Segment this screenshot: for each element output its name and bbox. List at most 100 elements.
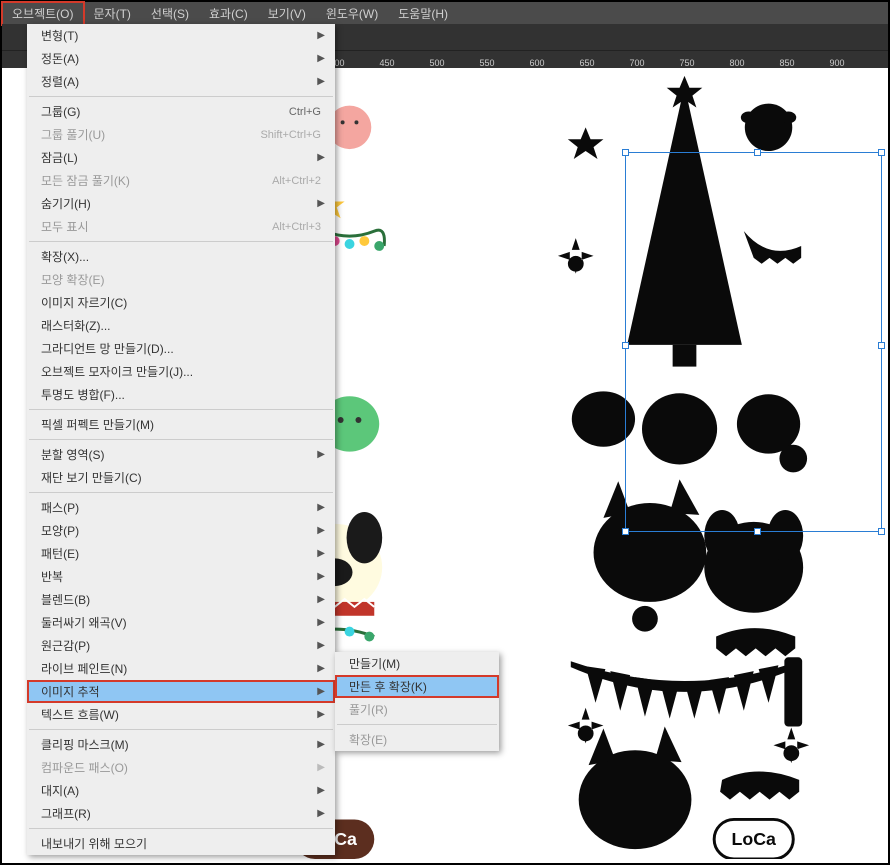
menu-item[interactable]: 모양(P)▶ — [27, 519, 335, 542]
menu-item-label: 만들기(M) — [349, 655, 485, 672]
menu-item[interactable]: 내보내기 위해 모으기 — [27, 832, 335, 855]
artboard-silhouette: LoCa — [485, 68, 884, 859]
submenu-arrow-icon: ▶ — [317, 53, 325, 64]
menu-item[interactable]: 픽셀 퍼펙트 만들기(M) — [27, 413, 335, 436]
menu-shortcut: Alt+Ctrl+3 — [272, 221, 321, 233]
menu-shortcut: Ctrl+G — [289, 106, 321, 118]
ruler-tick: 550 — [462, 58, 512, 68]
ruler-tick: 900 — [812, 58, 862, 68]
menu-item-label: 모양(P) — [41, 522, 321, 539]
submenu-arrow-icon: ▶ — [317, 808, 325, 819]
menu-item[interactable]: 라이브 페인트(N)▶ — [27, 657, 335, 680]
menubar-item[interactable]: 보기(V) — [258, 2, 316, 25]
menubar-item[interactable]: 선택(S) — [141, 2, 199, 25]
menu-item-label: 이미지 추적 — [41, 683, 321, 700]
submenu-arrow-icon: ▶ — [317, 502, 325, 513]
menu-item-label: 분할 영역(S) — [41, 446, 321, 463]
submenu-arrow-icon: ▶ — [317, 548, 325, 559]
menu-item[interactable]: 클리핑 마스크(M)▶ — [27, 733, 335, 756]
menu-item[interactable]: 텍스트 흐름(W)▶ — [27, 703, 335, 726]
menu-item[interactable]: 투명도 병합(F)... — [27, 383, 335, 406]
menu-item[interactable]: 숨기기(H)▶ — [27, 192, 335, 215]
menu-item-label: 그래프(R) — [41, 805, 321, 822]
menu-item-label: 반복 — [41, 568, 321, 585]
menu-separator — [29, 241, 333, 242]
submenu-arrow-icon: ▶ — [317, 594, 325, 605]
menu-item[interactable]: 패턴(E)▶ — [27, 542, 335, 565]
menu-separator — [337, 724, 497, 725]
submenu-arrow-icon: ▶ — [317, 449, 325, 460]
menu-item[interactable]: 둘러싸기 왜곡(V)▶ — [27, 611, 335, 634]
menu-item-label: 그룹(G) — [41, 103, 289, 120]
menu-item[interactable]: 반복▶ — [27, 565, 335, 588]
menubar-item[interactable]: 문자(T) — [84, 2, 141, 25]
menu-item[interactable]: 대지(A)▶ — [27, 779, 335, 802]
menu-item-label: 픽셀 퍼펙트 만들기(M) — [41, 416, 321, 433]
menu-item[interactable]: 그래프(R)▶ — [27, 802, 335, 825]
menu-item-label: 투명도 병합(F)... — [41, 386, 321, 403]
menubar-item[interactable]: 도움말(H) — [388, 2, 458, 25]
menu-separator — [29, 492, 333, 493]
menu-item[interactable]: 변형(T)▶ — [27, 24, 335, 47]
menu-item-label: 원근감(P) — [41, 637, 321, 654]
menu-item[interactable]: 잠금(L)▶ — [27, 146, 335, 169]
submenu-arrow-icon: ▶ — [317, 640, 325, 651]
menu-item-label: 재단 보기 만들기(C) — [41, 469, 321, 486]
menu-item[interactable]: 재단 보기 만들기(C) — [27, 466, 335, 489]
ruler-tick: 600 — [512, 58, 562, 68]
menu-item[interactable]: 블렌드(B)▶ — [27, 588, 335, 611]
submenu-arrow-icon: ▶ — [317, 739, 325, 750]
menu-item[interactable]: 만들기(M) — [335, 652, 499, 675]
menu-item[interactable]: 래스터화(Z)... — [27, 314, 335, 337]
menu-item-label: 그라디언트 망 만들기(D)... — [41, 340, 321, 357]
menu-item[interactable]: 오브젝트 모자이크 만들기(J)... — [27, 360, 335, 383]
menubar-item[interactable]: 윈도우(W) — [316, 2, 388, 25]
menu-item[interactable]: 이미지 추적▶ — [27, 680, 335, 703]
menubar-item[interactable]: 오브젝트(O) — [2, 2, 84, 25]
submenu-arrow-icon: ▶ — [317, 152, 325, 163]
menu-item-label: 정돈(A) — [41, 50, 321, 67]
menu-item-label: 둘러싸기 왜곡(V) — [41, 614, 321, 631]
menu-separator — [29, 409, 333, 410]
menubar-item[interactable]: 효과(C) — [199, 2, 258, 25]
object-menu: 변형(T)▶정돈(A)▶정렬(A)▶그룹(G)Ctrl+G그룹 풀기(U)Shi… — [27, 24, 335, 855]
menu-item: 그룹 풀기(U)Shift+Ctrl+G — [27, 123, 335, 146]
menu-item[interactable]: 만든 후 확장(K) — [335, 675, 499, 698]
menu-item[interactable]: 그룹(G)Ctrl+G — [27, 100, 335, 123]
menu-item-label: 만든 후 확장(K) — [349, 678, 485, 695]
menu-item-label: 블렌드(B) — [41, 591, 321, 608]
menu-item[interactable]: 정렬(A)▶ — [27, 70, 335, 93]
menu-item-label: 이미지 자르기(C) — [41, 294, 321, 311]
menu-item[interactable]: 원근감(P)▶ — [27, 634, 335, 657]
menu-item: 모든 잠금 풀기(K)Alt+Ctrl+2 — [27, 169, 335, 192]
menu-item[interactable]: 그라디언트 망 만들기(D)... — [27, 337, 335, 360]
menu-item[interactable]: 분할 영역(S)▶ — [27, 443, 335, 466]
ruler-tick: 450 — [362, 58, 412, 68]
menu-item-label: 래스터화(Z)... — [41, 317, 321, 334]
submenu-arrow-icon: ▶ — [317, 785, 325, 796]
submenu-arrow-icon: ▶ — [317, 525, 325, 536]
menu-item[interactable]: 확장(X)... — [27, 245, 335, 268]
submenu-arrow-icon: ▶ — [317, 617, 325, 628]
menu-separator — [29, 439, 333, 440]
svg-text:LoCa: LoCa — [731, 829, 776, 849]
menu-item[interactable]: 이미지 자르기(C) — [27, 291, 335, 314]
image-trace-submenu: 만들기(M)만든 후 확장(K)풀기(R)확장(E) — [335, 652, 499, 751]
menu-item-label: 오브젝트 모자이크 만들기(J)... — [41, 363, 321, 380]
submenu-arrow-icon: ▶ — [317, 762, 325, 773]
menu-item-label: 내보내기 위해 모으기 — [41, 835, 321, 852]
ruler-tick: 750 — [662, 58, 712, 68]
menu-item[interactable]: 정돈(A)▶ — [27, 47, 335, 70]
menu-item-label: 컴파운드 패스(O) — [41, 759, 321, 776]
submenu-arrow-icon: ▶ — [317, 663, 325, 674]
menu-item: 컴파운드 패스(O)▶ — [27, 756, 335, 779]
menu-item[interactable]: 패스(P)▶ — [27, 496, 335, 519]
menu-separator — [29, 729, 333, 730]
menu-item-label: 잠금(L) — [41, 149, 321, 166]
menu-shortcut: Alt+Ctrl+2 — [272, 175, 321, 187]
menu-bar: 오브젝트(O)문자(T)선택(S)효과(C)보기(V)윈도우(W)도움말(H) — [2, 2, 888, 24]
menu-item: 풀기(R) — [335, 698, 499, 721]
menu-item-label: 변형(T) — [41, 27, 321, 44]
ruler-tick: 850 — [762, 58, 812, 68]
menu-item-label: 모양 확장(E) — [41, 271, 321, 288]
